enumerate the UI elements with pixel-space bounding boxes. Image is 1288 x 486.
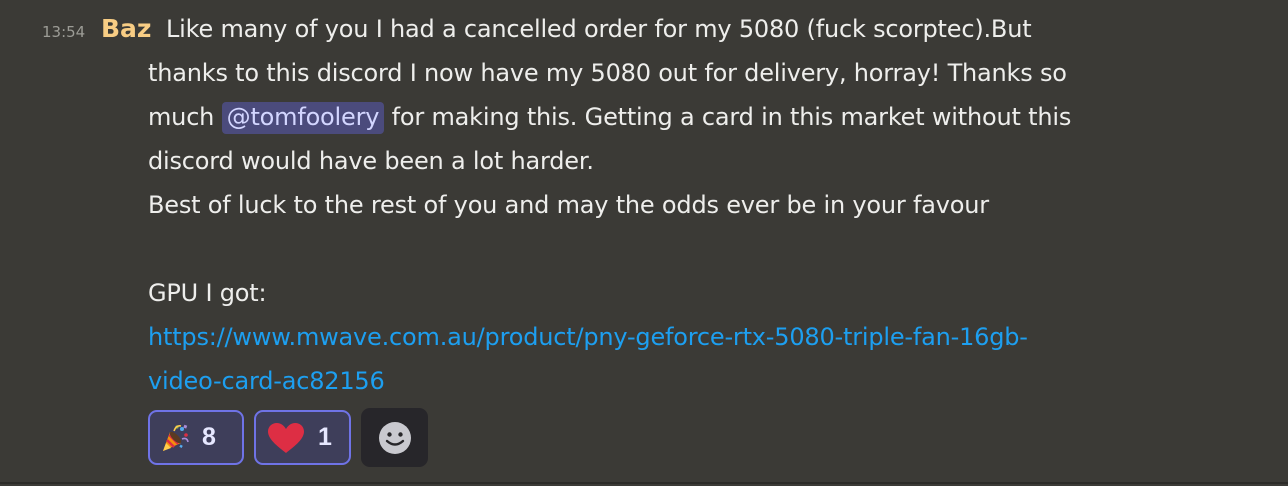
message-text: discord would have been a lot harder. [148, 147, 594, 175]
author-username[interactable]: Baz [101, 13, 151, 45]
message-text: Best of luck to the rest of you and may … [148, 191, 989, 219]
message-line: discord would have been a lot harder. [148, 139, 1248, 183]
message-text: much [148, 103, 222, 131]
message-timestamp[interactable]: 13:54 [42, 22, 85, 42]
product-link[interactable]: video-card-ac82156 [148, 367, 385, 395]
reaction-count: 8 [202, 423, 216, 451]
add-reaction-button[interactable] [361, 408, 428, 467]
message-text: Like many of you I had a cancelled order… [166, 15, 1032, 43]
message-line: Best of luck to the rest of you and may … [148, 183, 1248, 227]
chat-message: 13:54 Baz Like many of you I had a cance… [0, 0, 1288, 484]
message-text: thanks to this discord I now have my 508… [148, 59, 1067, 87]
reaction-bar: 8 1 [148, 408, 428, 467]
party-popper-icon [160, 423, 190, 453]
red-heart-icon [266, 421, 306, 455]
message-line: much @tomfoolery for making this. Gettin… [148, 95, 1248, 139]
user-mention[interactable]: @tomfoolery [221, 102, 385, 134]
reaction-count: 1 [318, 423, 332, 451]
message-line: Like many of you I had a cancelled order… [148, 7, 1248, 51]
message-line: GPU I got: [148, 271, 1248, 315]
reaction-red-heart[interactable]: 1 [254, 410, 351, 465]
message-text: GPU I got: [148, 279, 267, 307]
reaction-party-popper[interactable]: 8 [148, 410, 244, 465]
message-line: thanks to this discord I now have my 508… [148, 51, 1248, 95]
message-line: https://www.mwave.com.au/product/pny-gef… [148, 315, 1248, 359]
message-line: video-card-ac82156 [148, 359, 1248, 403]
smiley-face-icon [378, 421, 412, 455]
message-text: for making this. Getting a card in this … [384, 103, 1072, 131]
message-content: Like many of you I had a cancelled order… [148, 7, 1248, 403]
product-link[interactable]: https://www.mwave.com.au/product/pny-gef… [148, 323, 1028, 351]
